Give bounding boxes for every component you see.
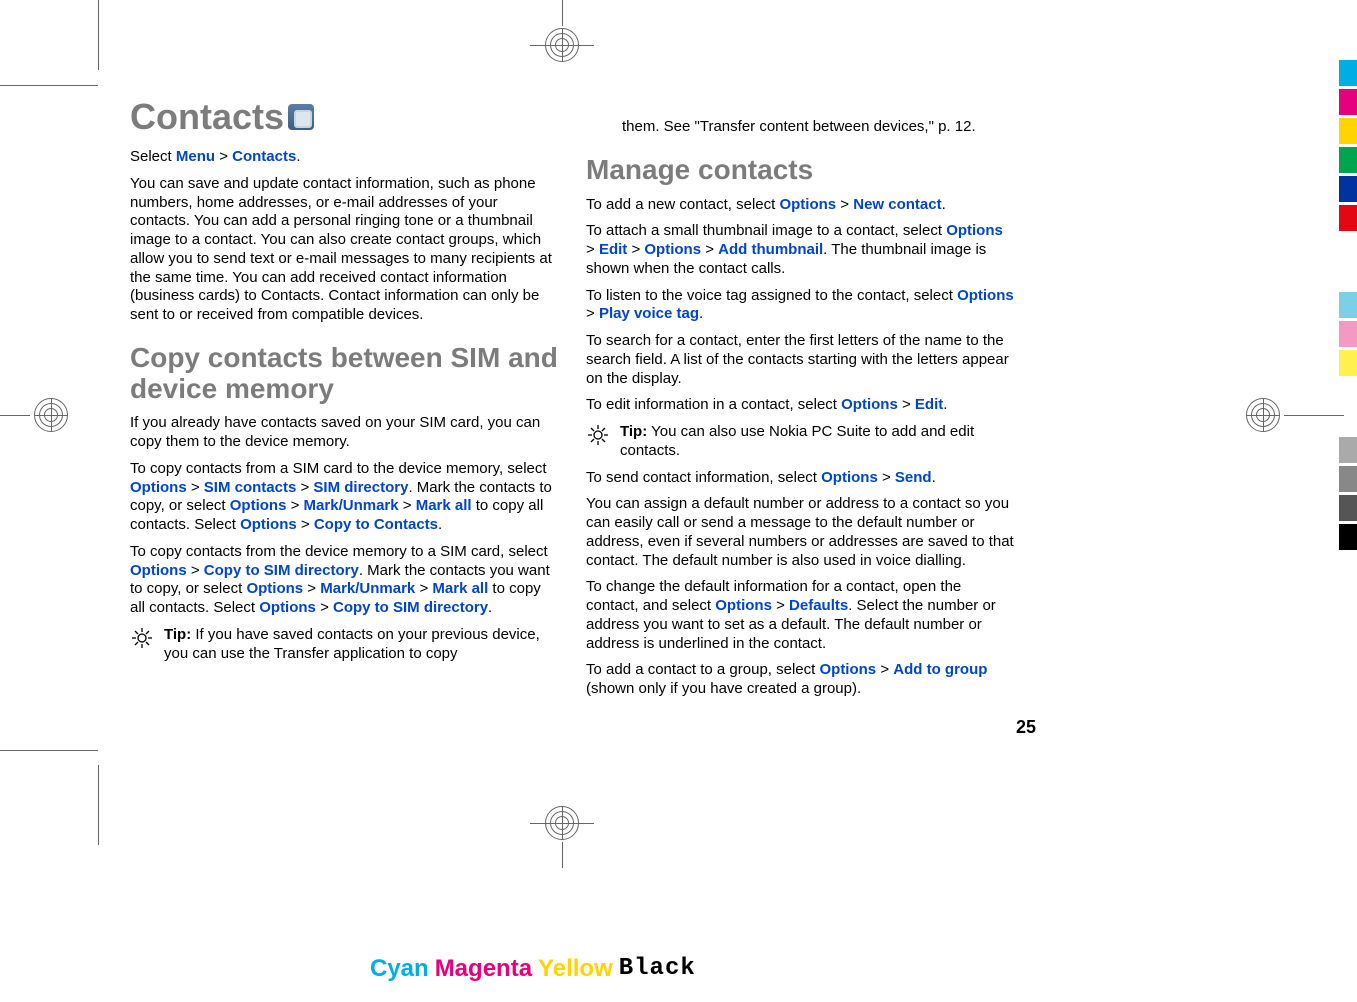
color-bar-swatch — [1339, 495, 1357, 521]
page-content: Contacts Select Menu > Contacts. You can… — [130, 96, 1014, 736]
color-bar-swatch — [1339, 205, 1357, 231]
color-bar-swatch — [1339, 437, 1357, 463]
crop-mark — [0, 85, 98, 86]
contacts-icon — [288, 104, 314, 130]
section-heading-copy: Copy contacts between SIM and device mem… — [130, 343, 558, 405]
tip-text: Tip: You can also use Nokia PC Suite to … — [620, 423, 1014, 461]
menu-link: Menu — [176, 148, 215, 165]
magenta-label: Magenta — [435, 955, 532, 983]
color-bar-swatch — [1339, 524, 1357, 550]
intro-paragraph: You can save and update contact informat… — [130, 175, 558, 325]
crop-mark — [98, 0, 99, 70]
cmyk-labels: Cyan Magenta Yellow Black — [370, 955, 696, 983]
yellow-label: Yellow — [538, 955, 613, 983]
contacts-link: Contacts — [232, 148, 296, 165]
add-to-group: To add a contact to a group, select Opti… — [586, 661, 1014, 699]
column-right: them. See "Transfer content between devi… — [586, 96, 1014, 736]
continuation-text: them. See "Transfer content between devi… — [622, 118, 1014, 137]
color-bar-swatch — [1339, 60, 1357, 86]
tip-icon — [586, 423, 610, 447]
copy-intro: If you already have contacts saved on yo… — [130, 414, 558, 452]
section-heading-manage: Manage contacts — [586, 155, 1014, 186]
send-contact: To send contact information, select Opti… — [586, 469, 1014, 488]
registration-mark-right — [1240, 390, 1290, 440]
color-bar-swatch — [1339, 89, 1357, 115]
add-contact: To add a new contact, select Options > N… — [586, 196, 1014, 215]
color-bar-swatch — [1339, 350, 1357, 376]
color-bar-swatch — [1339, 321, 1357, 347]
column-left: Contacts Select Menu > Contacts. You can… — [130, 96, 558, 736]
registration-mark-left — [28, 390, 78, 440]
tip-pc-suite: Tip: You can also use Nokia PC Suite to … — [586, 423, 1014, 461]
color-bar-swatch — [1339, 176, 1357, 202]
color-bar-swatch — [1339, 147, 1357, 173]
color-bar-swatch — [1339, 466, 1357, 492]
color-bar-swatch — [1339, 292, 1357, 318]
tip-text: Tip: If you have saved contacts on your … — [164, 626, 558, 664]
cyan-label: Cyan — [370, 955, 429, 983]
copy-to-sim: To copy contacts from the device memory … — [130, 543, 558, 618]
change-default: To change the default information for a … — [586, 578, 1014, 653]
page-title: Contacts — [130, 96, 558, 138]
page-number: 25 — [1016, 717, 1036, 738]
crop-mark — [0, 750, 98, 751]
registration-mark-bottom — [512, 806, 612, 856]
crop-mark — [98, 765, 99, 845]
color-bars — [1339, 60, 1357, 553]
registration-mark-top — [512, 22, 612, 72]
play-voice-tag: To listen to the voice tag assigned to t… — [586, 287, 1014, 325]
color-bar-swatch — [1339, 118, 1357, 144]
add-thumbnail: To attach a small thumbnail image to a c… — [586, 222, 1014, 278]
search-contact: To search for a contact, enter the first… — [586, 332, 1014, 388]
tip-transfer: Tip: If you have saved contacts on your … — [130, 626, 558, 664]
intro-select-line: Select Menu > Contacts. — [130, 148, 558, 167]
title-text: Contacts — [130, 96, 284, 138]
default-number-info: You can assign a default number or addre… — [586, 495, 1014, 570]
copy-from-sim: To copy contacts from a SIM card to the … — [130, 460, 558, 535]
edit-contact: To edit information in a contact, select… — [586, 396, 1014, 415]
black-label: Black — [619, 955, 696, 983]
tip-icon — [130, 626, 154, 650]
